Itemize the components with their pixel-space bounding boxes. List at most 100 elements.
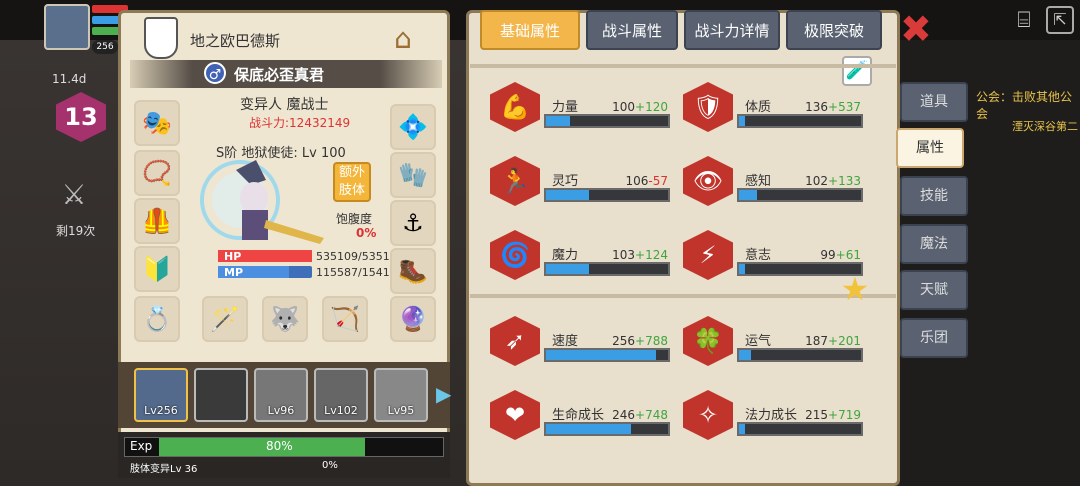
side-tab-attributes[interactable]: 属性 — [896, 128, 964, 168]
stat-value: 99+61 — [789, 244, 861, 263]
party-level-1: Lv256 — [144, 404, 178, 417]
stat-base: 103 — [612, 248, 636, 262]
stat-bonus: +201 — [828, 334, 861, 348]
stat-name: 速度 — [552, 334, 579, 349]
stat-bar-fill — [546, 264, 589, 274]
stat-value: 102+133 — [789, 170, 861, 189]
crossed-swords-icon[interactable]: ⚔ — [58, 178, 90, 211]
character-name: 地之欧巴德斯 — [190, 32, 281, 50]
amulet-icon: 📿 — [142, 159, 172, 187]
ring-icon: 💍 — [142, 305, 172, 333]
bow-icon: 🏹 — [330, 305, 360, 333]
staff-icon: 🪄 — [210, 305, 240, 333]
remaining-attempts: 剩19次 — [56, 224, 96, 238]
stat-bar — [737, 188, 863, 202]
purple-gem-icon: 💠 — [398, 113, 428, 141]
equip-slot-ring-right[interactable]: 🔮 — [390, 296, 436, 342]
helmet-icon: 🎭 — [142, 109, 172, 137]
equip-slot-gloves[interactable]: 🧤 — [390, 152, 436, 198]
hp-label: HP — [224, 250, 242, 263]
stat-bonus: +120 — [635, 100, 668, 114]
stat-bar-fill — [546, 116, 571, 126]
boots-icon: 🥾 — [398, 257, 428, 285]
stat-bonus: +133 — [828, 174, 861, 188]
equip-slot-bow[interactable]: 🏹 — [322, 296, 368, 342]
stat-value: 256+788 — [596, 330, 668, 349]
stat-value: 136+537 — [789, 96, 861, 115]
tab-power-details[interactable]: 战斗力详情 — [684, 10, 780, 50]
stat-value: 103+124 — [596, 244, 668, 263]
stat-bar-fill — [739, 424, 746, 434]
hanger-icon[interactable]: ⌂ — [386, 22, 420, 56]
party-slot-5[interactable]: Lv95 — [374, 368, 428, 422]
side-tab-band[interactable]: 乐团 — [900, 318, 968, 358]
character-title: 保底必歪真君 — [234, 66, 325, 84]
party-level-5: Lv95 — [387, 404, 415, 417]
stat-base: 100 — [612, 100, 636, 114]
side-tab-items[interactable]: 道具 — [900, 82, 968, 122]
party-slot-1[interactable]: Lv256 — [134, 368, 188, 422]
equip-slot-amulet[interactable]: 📿 — [134, 150, 180, 196]
character-class: 变异人 魔战士 — [240, 97, 329, 113]
equip-slot-boots[interactable]: 🥾 — [390, 248, 436, 294]
stat-bonus: +61 — [835, 248, 861, 262]
stat-value: 100+120 — [596, 96, 668, 115]
side-tab-magic[interactable]: 魔法 — [900, 224, 968, 264]
equip-slot-helmet[interactable]: 🎭 — [134, 100, 180, 146]
equip-slot-armor[interactable]: 🦺 — [134, 198, 180, 244]
player-avatar[interactable] — [44, 4, 90, 50]
equip-slot-shield[interactable]: 🐺 — [262, 296, 308, 342]
equip-slot-belt[interactable]: 🔰 — [134, 246, 180, 292]
extra-limbs-button[interactable]: 额外肢体 — [333, 162, 371, 202]
stat-base: 256 — [612, 334, 636, 348]
tab-basic-attributes[interactable]: 基础属性 — [480, 10, 580, 50]
side-tab-skills[interactable]: 技能 — [900, 176, 968, 216]
stat-bar — [544, 422, 670, 436]
party-slot-4[interactable]: Lv102 — [314, 368, 368, 422]
stat-base: 246 — [612, 408, 636, 422]
potion-icon[interactable]: 🧪 — [842, 56, 872, 86]
stat-bar-fill — [546, 190, 589, 200]
divider — [470, 294, 896, 298]
party-level-3: Lv96 — [267, 404, 295, 417]
stat-value: 215+719 — [789, 404, 861, 423]
hp-value: 535109/5351 — [316, 250, 390, 263]
stat-bar-fill — [739, 264, 746, 274]
tab-limit-break[interactable]: 极限突破 — [786, 10, 882, 50]
chat-snippet: 公会：击败其他公会 — [976, 90, 1073, 121]
equip-slot-anchor[interactable]: ⚓ — [390, 200, 436, 246]
stat-bar — [737, 422, 863, 436]
stat-bar — [544, 188, 670, 202]
equip-slot-accessory[interactable]: 💠 — [390, 104, 436, 150]
party-slot-3[interactable]: Lv96 — [254, 368, 308, 422]
anchor-icon: ⚓ — [402, 209, 424, 237]
side-tab-talent[interactable]: 天赋 — [900, 270, 968, 310]
days-counter: 11.4d — [52, 72, 87, 86]
party-next-arrow-icon[interactable]: ▶ — [436, 382, 451, 408]
stat-bonus: +719 — [828, 408, 861, 422]
equip-slot-staff[interactable]: 🪄 — [202, 296, 248, 342]
wolf-shield-icon: 🐺 — [270, 305, 300, 333]
gloves-icon: 🧤 — [398, 161, 428, 189]
satiety-label: 饱腹度 — [336, 212, 373, 226]
stat-bar-fill — [739, 116, 746, 126]
stat-value: 246+748 — [596, 404, 668, 423]
chat-snippet-2: 湮灭深谷第二 — [1012, 120, 1078, 133]
stat-bonus: +748 — [635, 408, 668, 422]
combat-power: 战斗力:12432149 — [249, 116, 351, 130]
party-slot-2[interactable] — [194, 368, 248, 422]
close-icon[interactable]: ✖ — [900, 10, 932, 48]
limb-mutation-level: 肢体变异Lv 36 — [130, 464, 198, 475]
network-icon[interactable]: ⌸ — [1010, 8, 1038, 36]
stat-name: 体质 — [745, 100, 772, 115]
mp-label: MP — [224, 266, 244, 279]
equip-slot-ring-left[interactable]: 💍 — [134, 296, 180, 342]
stat-bar-fill — [546, 350, 656, 360]
stat-bar — [544, 262, 670, 276]
stat-bonus: +788 — [635, 334, 668, 348]
stat-base: 99 — [820, 248, 836, 262]
tab-combat-attributes[interactable]: 战斗属性 — [586, 10, 678, 50]
stat-bonus: +124 — [635, 248, 668, 262]
exit-icon[interactable]: ⇱ — [1046, 6, 1074, 34]
stat-name: 运气 — [745, 334, 772, 349]
